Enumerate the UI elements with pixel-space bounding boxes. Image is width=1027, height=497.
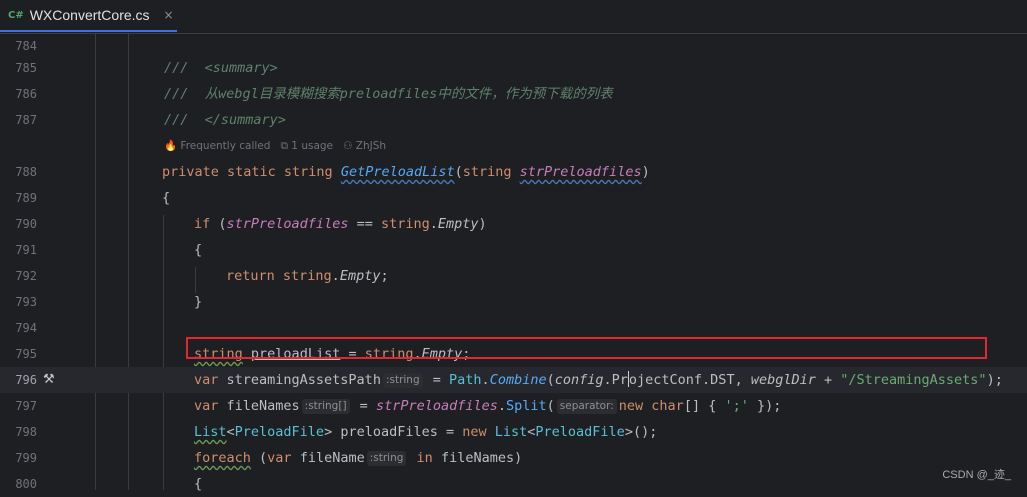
code-text: return string.Empty; (226, 268, 389, 284)
usages-label[interactable]: 1 usage (291, 140, 333, 152)
author-label[interactable]: ZhJSh (356, 140, 386, 152)
code-line: 792 return string.Empty; (0, 263, 1027, 289)
highlight-box (186, 337, 987, 359)
editor-tab-bar: C# WXConvertCore.cs × (0, 0, 1027, 34)
flame-icon: 🔥 (164, 140, 178, 152)
line-number: 800 (15, 477, 37, 491)
code-line: 787 /// </summary> (0, 107, 1027, 133)
string-literal: "/StreamingAssets" (840, 372, 987, 388)
code-text: { (194, 476, 203, 492)
line-number: 797 (15, 399, 37, 413)
code-line: 797 var fileNames:string[] = strPreloadf… (0, 393, 1027, 419)
frequency-label[interactable]: Frequently called (180, 140, 270, 152)
line-number: 792 (15, 269, 37, 283)
close-icon[interactable]: × (164, 8, 174, 22)
type-hint: :string (382, 373, 423, 388)
code-line-current: 796 ⚒ var streamingAssetsPath:string = P… (0, 367, 1027, 393)
code-line: 790 if (strPreloadfiles == string.Empty) (0, 211, 1027, 237)
code-text: var fileNames:string[] = strPreloadfiles… (194, 398, 782, 414)
doc-comment: /// 从webgl目录模糊搜索preloadfiles中的文件，作为预下载的列… (164, 86, 613, 102)
code-editor[interactable]: 784 785 /// <summary> 786 /// 从webgl目录模糊… (0, 33, 1027, 492)
tab-wxconvertcore[interactable]: C# WXConvertCore.cs × (0, 0, 177, 32)
line-number: 788 (15, 165, 37, 179)
line-number: 795 (15, 347, 37, 361)
doc-comment: /// </summary> (164, 112, 286, 128)
line-number: 793 (15, 295, 37, 309)
line-number: 791 (15, 243, 37, 257)
code-text: var streamingAssetsPath:string = Path.Co… (194, 371, 1003, 388)
author-icon: ⚇ (343, 140, 353, 152)
line-number: 789 (15, 191, 37, 205)
text-caret (627, 371, 629, 387)
code-line: 788 private static string GetPreloadList… (0, 159, 1027, 185)
csharp-file-icon: C# (8, 9, 24, 21)
line-number: 790 (15, 217, 37, 231)
code-text: if (strPreloadfiles == string.Empty) (194, 216, 487, 232)
code-text: { (194, 242, 203, 258)
code-line: 793 } (0, 289, 1027, 315)
doc-comment: /// <summary> (164, 60, 278, 76)
line-number: 794 (15, 321, 37, 335)
line-number: 798 (15, 425, 37, 439)
code-text: foreach (var fileName:string in fileName… (194, 450, 523, 466)
char-literal: ';' (724, 398, 749, 414)
code-line: 800 { (0, 471, 1027, 497)
code-lens-row: 🔥 Frequently called ⧉ 1 usage ⚇ ZhJSh (164, 134, 386, 158)
code-line: 798 List<PreloadFile> preloadFiles = new… (0, 419, 1027, 445)
line-number: 787 (15, 113, 37, 127)
code-line: 785 /// <summary> (0, 55, 1027, 81)
code-line: 789 { (0, 185, 1027, 211)
code-text: } (194, 294, 203, 310)
line-number: 786 (15, 87, 37, 101)
code-text: List<PreloadFile> preloadFiles = new Lis… (194, 424, 658, 440)
code-line: 786 /// 从webgl目录模糊搜索preloadfiles中的文件，作为预… (0, 81, 1027, 107)
line-number: 799 (15, 451, 37, 465)
type-hint: :string[] (301, 399, 350, 414)
code-lens: 🔥 Frequently called ⧉ 1 usage ⚇ ZhJSh (0, 134, 1027, 158)
hammer-icon[interactable]: ⚒ (43, 367, 55, 393)
code-text: { (162, 190, 171, 206)
tab-label: WXConvertCore.cs (29, 7, 150, 23)
usages-icon: ⧉ (280, 140, 288, 152)
code-line: 791 { (0, 237, 1027, 263)
param-hint: separator: (556, 399, 617, 414)
method-signature: private static string GetPreloadList(str… (162, 164, 650, 180)
type-hint: :string (366, 451, 407, 466)
line-number: 785 (15, 61, 37, 75)
code-line: 799 foreach (var fileName:string in file… (0, 445, 1027, 471)
line-number: 796 (15, 373, 37, 387)
watermark: CSDN @_迹_ (942, 469, 1011, 481)
